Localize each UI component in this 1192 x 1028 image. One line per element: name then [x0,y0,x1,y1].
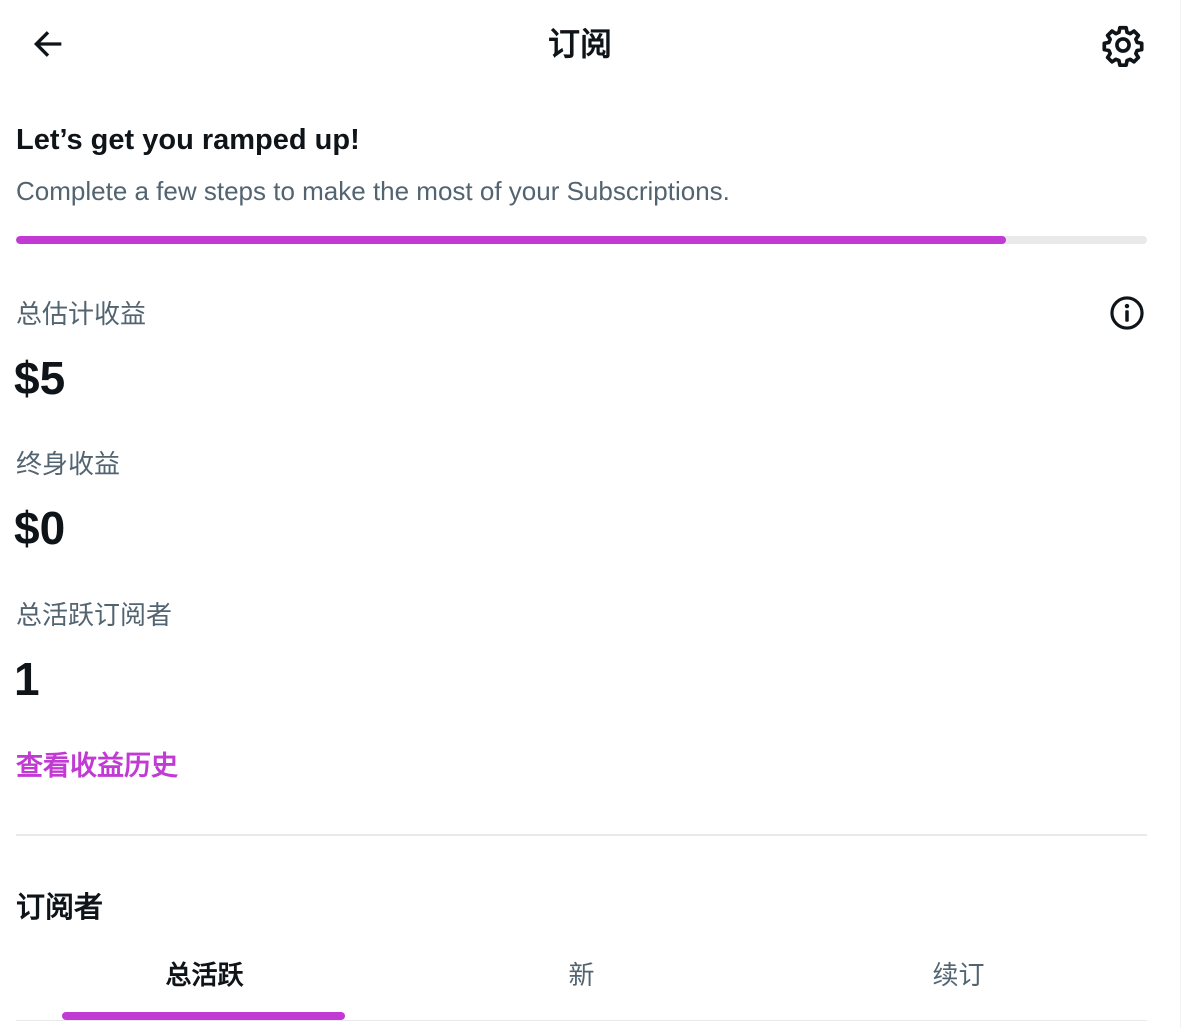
page-title: 订阅 [547,26,612,62]
info-button[interactable] [1106,292,1148,334]
active-subscribers-value: 1 [14,653,40,705]
onboarding-subtitle: Complete a few steps to make the most of… [16,176,730,206]
info-circle-icon [1110,296,1144,330]
column-border [1180,0,1181,1028]
subscribers-section-title: 订阅者 [16,892,104,924]
estimated-earnings-label: 总估计收益 [16,299,147,329]
onboarding-heading: Let’s get you ramped up! [16,124,360,156]
tab-total-active[interactable]: 总活跃 [16,950,393,1020]
estimated-earnings-value: $5 [14,352,66,404]
settings-button[interactable] [1098,20,1148,70]
progress-bar-fill [16,236,1006,244]
view-earnings-history-link[interactable]: 查看收益历史 [16,748,178,784]
section-divider [16,834,1147,836]
top-bar: 订阅 [0,0,1180,90]
onboarding-progress-bar [16,236,1147,244]
lifetime-earnings-label: 终身收益 [16,449,121,479]
tab-new[interactable]: 新 [393,950,770,1020]
tab-renewals[interactable]: 续订 [770,950,1147,1020]
tab-label: 新 [568,960,595,990]
active-subscribers-label: 总活跃订阅者 [16,600,173,630]
tab-label: 总活跃 [165,960,244,990]
subscribers-tabs: 总活跃 新 续订 [16,950,1147,1020]
tab-label: 续订 [932,960,985,990]
tabs-divider [16,1020,1147,1021]
gear-icon [1102,25,1144,67]
lifetime-earnings-value: $0 [14,502,66,554]
active-tab-indicator [62,1012,345,1020]
